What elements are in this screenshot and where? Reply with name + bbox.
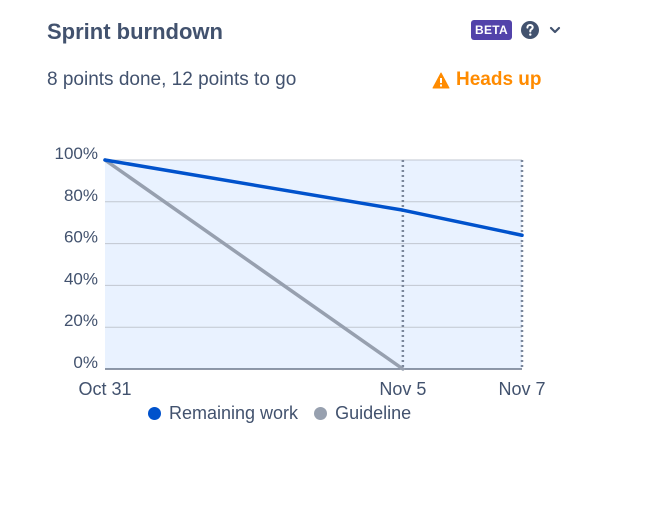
legend-dot-guideline [314,406,328,420]
y-tick-label: 20% [64,311,98,330]
y-tick-label: 60% [64,228,98,247]
x-tick-label: Nov 7 [498,379,545,399]
legend-label-remaining: Remaining work [169,403,299,423]
legend-dot-remaining [148,406,161,420]
x-tick-label: Oct 31 [78,379,131,399]
y-tick-label: 40% [64,269,98,288]
y-tick-label: 80% [64,186,98,205]
x-tick-label: Nov 5 [379,379,426,399]
plot-area [105,160,522,369]
legend-label-guideline: Guideline [335,403,412,423]
chart-legend: Remaining work Guideline [148,402,427,424]
y-tick-label: 0% [73,353,98,372]
y-tick-label: 100% [55,144,98,163]
legend-item-remaining: Remaining work [148,402,298,424]
burndown-chart: 100% 80% 60% 40% 20% 0% Oct 31 Nov 5 Nov 7 [55,144,546,399]
legend-item-guideline: Guideline [314,402,411,424]
